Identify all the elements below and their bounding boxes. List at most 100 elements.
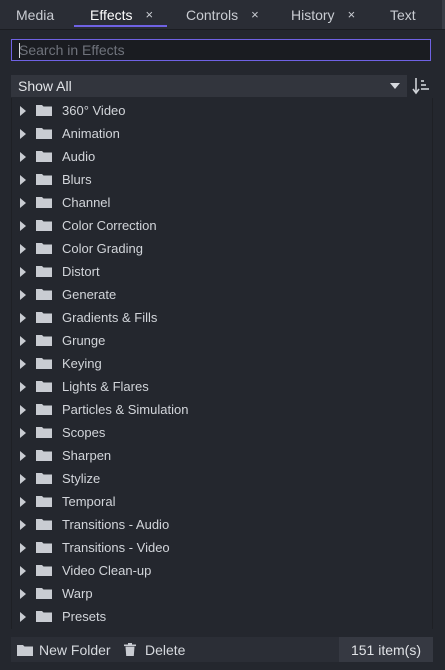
trash-icon [124, 643, 136, 656]
folder-item[interactable]: Color Correction [12, 214, 432, 237]
chevron-right-icon[interactable] [20, 359, 26, 369]
folder-item[interactable]: Audio [12, 145, 432, 168]
folder-label: 360° Video [62, 103, 126, 118]
folder-label: Warp [62, 586, 93, 601]
folder-icon [36, 496, 52, 507]
chevron-down-icon [390, 83, 400, 89]
folder-icon [36, 427, 52, 438]
chevron-right-icon[interactable] [20, 313, 26, 323]
folder-label: Stylize [62, 471, 101, 486]
folder-item[interactable]: Video Clean-up [12, 559, 432, 582]
folder-icon [36, 266, 52, 277]
folder-label: Transitions - Audio [62, 517, 170, 532]
folder-icon [36, 358, 52, 369]
folder-icon [36, 450, 52, 461]
folder-item[interactable]: Sharpen [12, 444, 432, 467]
chevron-right-icon[interactable] [20, 520, 26, 530]
tab-label: Controls [186, 6, 239, 23]
folder-item[interactable]: Animation [12, 122, 432, 145]
tab-bar: Media Effects × Controls × History × Tex… [0, 0, 445, 30]
folder-icon [36, 404, 52, 415]
active-tab-indicator [74, 25, 167, 27]
folder-item[interactable]: Grunge [12, 329, 432, 352]
folder-icon [36, 289, 52, 300]
folder-label: Color Correction [62, 218, 157, 233]
folder-label: Grunge [62, 333, 106, 348]
chevron-right-icon[interactable] [20, 244, 26, 254]
new-folder-button[interactable]: New Folder [17, 637, 111, 662]
chevron-right-icon[interactable] [20, 290, 26, 300]
chevron-right-icon[interactable] [20, 198, 26, 208]
chevron-right-icon[interactable] [20, 474, 26, 484]
close-icon[interactable]: × [348, 7, 356, 22]
folder-item[interactable]: Warp [12, 582, 432, 605]
chevron-right-icon[interactable] [20, 405, 26, 415]
folder-item[interactable]: Channel [12, 191, 432, 214]
folder-item[interactable]: Color Grading [12, 237, 432, 260]
folder-item[interactable]: Particles & Simulation [12, 398, 432, 421]
folder-item[interactable]: Blurs [12, 168, 432, 191]
folder-icon [36, 611, 52, 622]
chevron-right-icon[interactable] [20, 543, 26, 553]
chevron-right-icon[interactable] [20, 612, 26, 622]
folder-label: Scopes [62, 425, 106, 440]
tab-controls[interactable]: Controls × [186, 0, 259, 29]
chevron-right-icon[interactable] [20, 106, 26, 116]
folder-item[interactable]: Stylize [12, 467, 432, 490]
sort-button[interactable] [411, 75, 433, 97]
folder-label: Presets [62, 609, 107, 624]
folder-icon [36, 588, 52, 599]
folder-item[interactable]: Keying [12, 352, 432, 375]
folder-label: Sharpen [62, 448, 112, 463]
folder-item[interactable]: Presets [12, 605, 432, 628]
sort-icon [412, 78, 429, 95]
chevron-right-icon[interactable] [20, 336, 26, 346]
chevron-right-icon[interactable] [20, 267, 26, 277]
folder-item[interactable]: Lights & Flares [12, 375, 432, 398]
folder-icon [36, 197, 52, 208]
folder-icon [36, 335, 52, 346]
tab-history[interactable]: History × [291, 0, 355, 29]
chevron-right-icon[interactable] [20, 497, 26, 507]
filter-dropdown[interactable]: Show All [11, 75, 407, 97]
chevron-right-icon[interactable] [20, 129, 26, 139]
folder-item[interactable]: 360° Video [12, 99, 432, 122]
search-input[interactable] [12, 40, 430, 60]
folder-item[interactable]: Transitions - Video [12, 536, 432, 559]
folder-label: Generate [62, 287, 117, 302]
chevron-right-icon[interactable] [20, 382, 26, 392]
folder-item[interactable]: Scopes [12, 421, 432, 444]
delete-label: Delete [145, 641, 186, 658]
folder-label: Lights & Flares [62, 379, 149, 394]
chevron-right-icon[interactable] [20, 428, 26, 438]
folder-icon [36, 151, 52, 162]
chevron-right-icon[interactable] [20, 221, 26, 231]
chevron-right-icon[interactable] [20, 451, 26, 461]
close-icon[interactable]: × [146, 7, 154, 22]
chevron-right-icon[interactable] [20, 566, 26, 576]
tab-text[interactable]: Text [390, 0, 416, 29]
folder-item[interactable]: Gradients & Fills [12, 306, 432, 329]
close-icon[interactable]: × [251, 7, 259, 22]
folder-icon [36, 105, 52, 116]
folder-icon [36, 128, 52, 139]
tab-media[interactable]: Media [16, 0, 54, 29]
chevron-right-icon[interactable] [20, 152, 26, 162]
folder-icon [36, 565, 52, 576]
tab-label: History [291, 6, 335, 23]
folder-label: Gradients & Fills [62, 310, 158, 325]
folder-item[interactable]: Generate [12, 283, 432, 306]
folder-item[interactable]: Distort [12, 260, 432, 283]
chevron-right-icon[interactable] [20, 175, 26, 185]
delete-button[interactable]: Delete [124, 637, 185, 662]
folder-label: Temporal [62, 494, 116, 509]
bottom-toolbar: New Folder Delete 151 item(s) [11, 637, 433, 662]
item-count: 151 item(s) [339, 637, 433, 662]
filter-selected-value: Show All [18, 78, 72, 94]
search-box [11, 39, 431, 61]
folder-label: Channel [62, 195, 111, 210]
folder-item[interactable]: Transitions - Audio [12, 513, 432, 536]
chevron-right-icon[interactable] [20, 589, 26, 599]
folder-icon [36, 381, 52, 392]
folder-item[interactable]: Temporal [12, 490, 432, 513]
